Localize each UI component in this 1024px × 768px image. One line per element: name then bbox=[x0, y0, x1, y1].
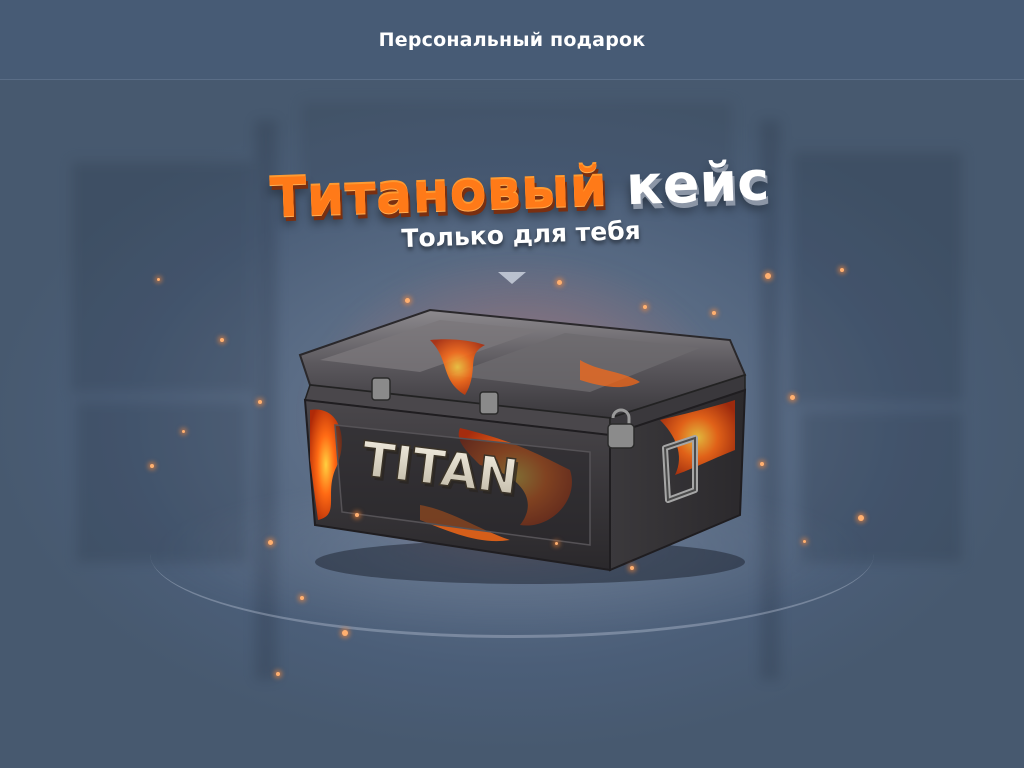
gift-screen: Персональный подарок Титановый кейс Толь… bbox=[0, 0, 1024, 768]
titan-case-image[interactable]: TITAN TITAN bbox=[280, 300, 760, 590]
promo-title-part2: кейс bbox=[624, 149, 771, 218]
pointer-triangle-icon bbox=[498, 272, 526, 284]
promo-title: Титановый кейс Только для тебя bbox=[228, 140, 811, 270]
header-title: Персональный подарок bbox=[378, 28, 646, 51]
header-bar: Персональный подарок bbox=[0, 0, 1024, 80]
